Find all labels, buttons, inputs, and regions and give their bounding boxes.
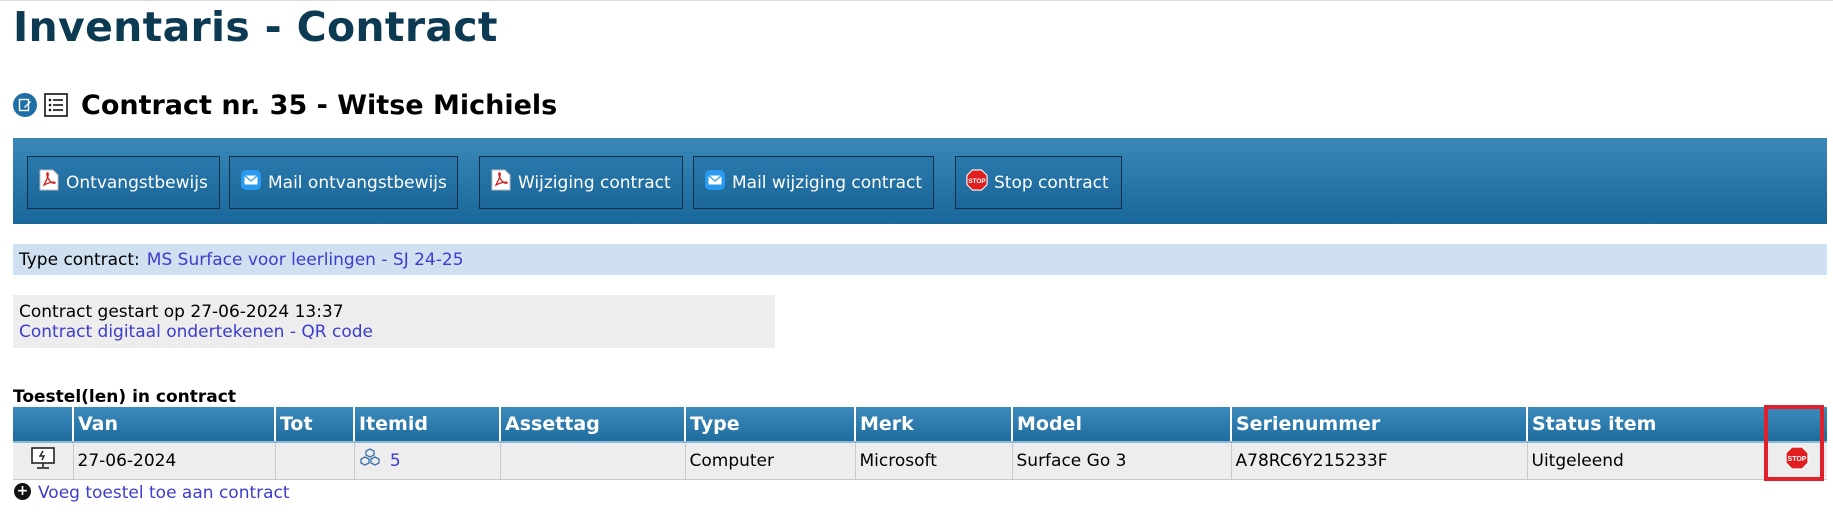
svg-text:STOP: STOP: [968, 177, 986, 184]
list-icon[interactable]: [43, 92, 69, 118]
itemid-link[interactable]: 5: [390, 451, 401, 471]
cell-itemid: 5: [353, 442, 500, 480]
table-header-row: Van Tot Itemid Assettag Type Merk Model …: [13, 407, 1827, 443]
stop-icon: STOP: [966, 168, 988, 192]
type-contract-bar: Type contract: MS Surface voor leerlinge…: [13, 244, 1827, 275]
mail-ontvangstbewijs-label: Mail ontvangstbewijs: [268, 172, 447, 193]
mail-wijziging-contract-button[interactable]: Mail wijziging contract: [693, 156, 934, 209]
page: Inventaris - Contract Contract nr. 35 - …: [0, 0, 1833, 531]
edit-icon[interactable]: [13, 93, 37, 117]
svg-text:STOP: STOP: [1788, 456, 1807, 463]
contract-heading: Contract nr. 35 - Witse Michiels: [81, 89, 558, 121]
cell-type: Computer: [684, 442, 855, 480]
contract-heading-row: Contract nr. 35 - Witse Michiels: [13, 87, 557, 123]
cell-merk: Microsoft: [854, 442, 1012, 480]
digital-sign-link[interactable]: Contract digitaal ondertekenen: [19, 322, 284, 342]
cell-action: STOP: [1766, 442, 1827, 480]
col-header-merk[interactable]: Merk: [854, 407, 1012, 443]
contract-started-text: Contract gestart op 27-06-2024 13:37: [19, 302, 344, 322]
col-header-type[interactable]: Type: [684, 407, 855, 443]
item-cubes-icon: [359, 448, 381, 473]
col-header-serienummer[interactable]: Serienummer: [1230, 407, 1527, 443]
col-header-van[interactable]: Van: [72, 407, 275, 443]
links-separator: -: [289, 322, 296, 342]
app-title: Inventaris - Contract: [13, 3, 498, 51]
col-header-tot[interactable]: Tot: [274, 407, 354, 443]
pdf-icon: [490, 168, 512, 192]
mail-ontvangstbewijs-button[interactable]: Mail ontvangstbewijs: [229, 156, 458, 209]
wijziging-contract-label: Wijziging contract: [518, 172, 671, 193]
add-device-link[interactable]: Voeg toestel toe aan contract: [38, 483, 290, 503]
add-device-row: + Voeg toestel toe aan contract: [14, 482, 290, 503]
devices-section-title: Toestel(len) in contract: [13, 387, 236, 407]
stop-item-icon[interactable]: STOP: [1785, 446, 1809, 475]
mail-icon: [704, 168, 726, 192]
stop-contract-button[interactable]: STOP Stop contract: [955, 156, 1122, 209]
cell-model: Surface Go 3: [1011, 442, 1231, 480]
stop-contract-label: Stop contract: [994, 172, 1109, 193]
computer-icon: [13, 442, 73, 480]
cell-serienummer: A78RC6Y215233F: [1230, 442, 1527, 480]
type-contract-label: Type contract:: [19, 249, 140, 270]
ontvangstbewijs-label: Ontvangstbewijs: [66, 172, 208, 193]
col-header-assettag[interactable]: Assettag: [499, 407, 685, 443]
pdf-icon: [38, 168, 60, 192]
mail-wijziging-contract-label: Mail wijziging contract: [732, 172, 923, 193]
contract-info-box: Contract gestart op 27-06-2024 13:37 Con…: [13, 295, 775, 348]
col-header-action: [1766, 407, 1827, 443]
cell-tot: [274, 442, 354, 480]
mail-icon: [240, 168, 262, 192]
type-contract-link[interactable]: MS Surface voor leerlingen - SJ 24-25: [147, 250, 464, 270]
col-header-icon: [13, 407, 73, 443]
col-header-status[interactable]: Status item: [1526, 407, 1767, 443]
ontvangstbewijs-button[interactable]: Ontvangstbewijs: [27, 156, 220, 209]
cell-van: 27-06-2024: [72, 442, 275, 480]
action-toolbar: Ontvangstbewijs Mail ontvangstbewijs Wij…: [13, 138, 1827, 224]
qr-code-link[interactable]: QR code: [301, 322, 373, 342]
plus-circle-icon[interactable]: +: [14, 482, 31, 500]
col-header-itemid[interactable]: Itemid: [353, 407, 500, 443]
table-row: 27-06-2024 5 Computer Microsoft Surface …: [13, 442, 1827, 480]
contract-links-row: Contract digitaal ondertekenen - QR code: [19, 322, 769, 342]
wijziging-contract-button[interactable]: Wijziging contract: [479, 156, 683, 209]
col-header-model[interactable]: Model: [1011, 407, 1231, 443]
cell-status: Uitgeleend: [1526, 442, 1767, 480]
devices-table: Van Tot Itemid Assettag Type Merk Model …: [13, 407, 1827, 480]
cell-assettag: [499, 442, 685, 480]
